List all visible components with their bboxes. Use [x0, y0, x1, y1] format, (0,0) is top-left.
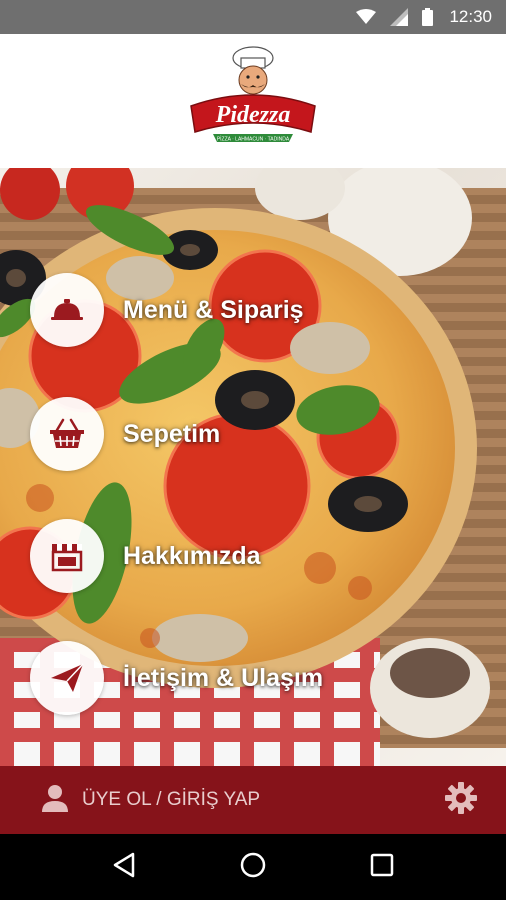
- status-bar: 12:30: [0, 0, 506, 34]
- menu-item-order[interactable]: Menü & Sipariş: [30, 272, 304, 348]
- logo-tagline: PİZZA · LAHMACUN · TADINDA: [217, 135, 290, 142]
- signal-icon: [390, 8, 409, 26]
- battery-icon: [422, 8, 434, 26]
- hero-background: Menü & Sipariş Sepetim Hakkımızda İletiş…: [0, 168, 506, 766]
- recents-icon: [370, 853, 394, 882]
- user-icon: [40, 783, 70, 818]
- logo-wordmark: Pidezza: [215, 102, 291, 128]
- menu-item-about[interactable]: Hakkımızda: [30, 518, 261, 594]
- gear-icon: [444, 781, 478, 820]
- wifi-icon: [356, 9, 377, 25]
- back-button[interactable]: [94, 842, 154, 892]
- home-button[interactable]: [223, 842, 283, 892]
- store-icon: [30, 519, 104, 593]
- paper-plane-icon: [30, 641, 104, 715]
- home-icon: [239, 851, 267, 884]
- menu-label-cart: Sepetim: [123, 419, 221, 448]
- menu-label-contact: İletişim & Ulaşım: [123, 663, 324, 692]
- menu-label-order: Menü & Sipariş: [123, 295, 304, 324]
- menu-item-contact[interactable]: İletişim & Ulaşım: [30, 640, 323, 716]
- login-register-label: ÜYE OL / GİRİŞ YAP: [82, 789, 261, 810]
- status-time: 12:30: [449, 7, 492, 26]
- basket-icon: [30, 397, 104, 471]
- navigation-bar: [0, 834, 506, 900]
- app-header: Pidezza PİZZA · LAHMACUN · TADINDA: [0, 34, 506, 168]
- cloche-icon: [30, 273, 104, 347]
- app-logo: Pidezza PİZZA · LAHMACUN · TADINDA: [183, 44, 323, 159]
- menu-label-about: Hakkımızda: [123, 541, 261, 570]
- user-bar: ÜYE OL / GİRİŞ YAP: [0, 766, 506, 834]
- recents-button[interactable]: [352, 842, 412, 892]
- login-register-button[interactable]: ÜYE OL / GİRİŞ YAP: [40, 783, 260, 818]
- menu-item-cart[interactable]: Sepetim: [30, 396, 220, 472]
- back-icon: [112, 852, 136, 883]
- settings-button[interactable]: [444, 781, 478, 820]
